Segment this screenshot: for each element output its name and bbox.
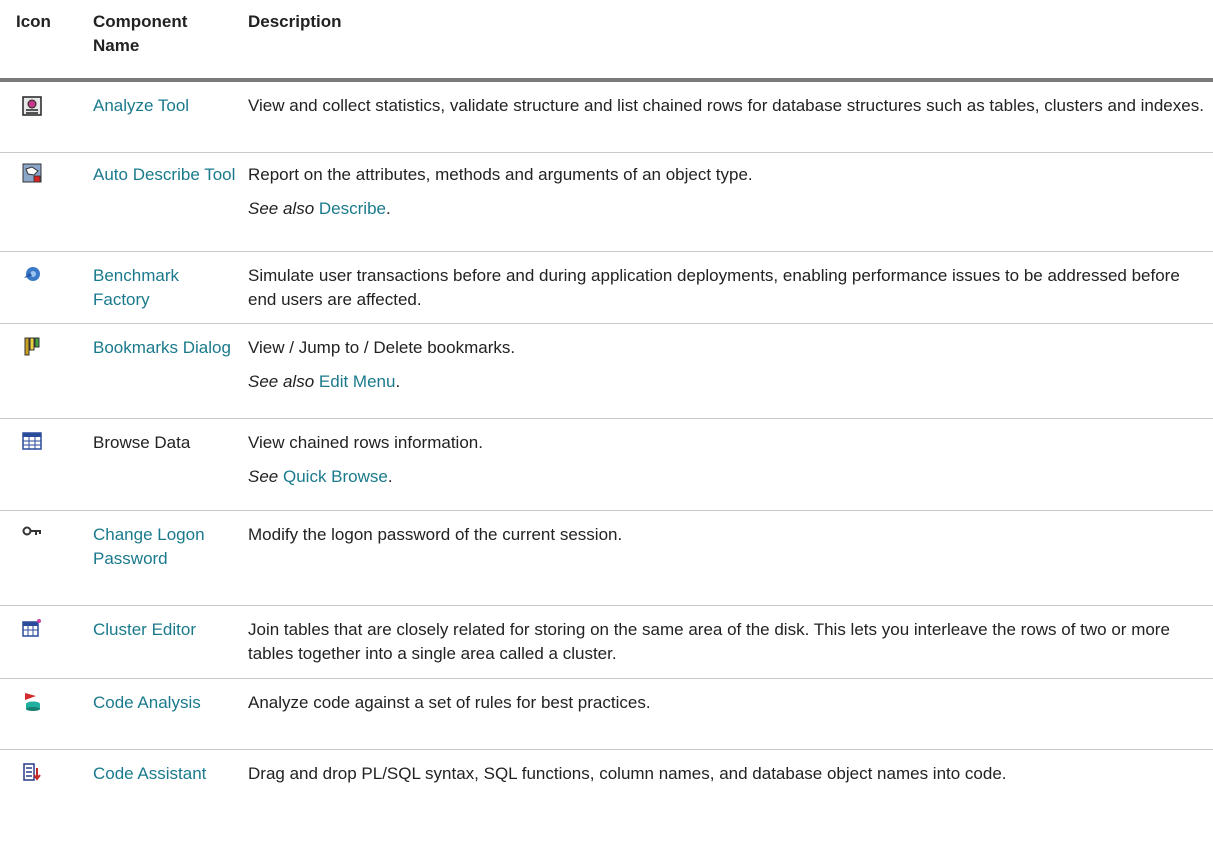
key-icon <box>22 523 42 543</box>
benchmark-factory-icon <box>22 264 42 284</box>
table-header: Icon Component Name Description <box>0 0 1213 82</box>
component-name-link[interactable]: Code Analysis <box>93 691 238 715</box>
quick-browse-link[interactable]: Quick Browse <box>283 467 388 486</box>
component-name: Browse Data <box>93 433 191 452</box>
browse-data-grid-icon <box>22 431 42 451</box>
component-description: Modify the logon password of the current… <box>248 525 623 544</box>
table-row: Browse Data View chained rows informatio… <box>0 419 1213 511</box>
header-icon: Icon <box>16 12 51 31</box>
see-prefix: See <box>248 467 279 486</box>
component-description: Drag and drop PL/SQL syntax, SQL functio… <box>248 764 1007 783</box>
bookmarks-icon <box>22 336 42 356</box>
table-row: Code Analysis Analyze code against a set… <box>0 679 1213 750</box>
table-row: Benchmark Factory Simulate user transact… <box>0 252 1213 324</box>
components-table: Icon Component Name Description Analyze … <box>0 0 1213 820</box>
component-name-link[interactable]: Benchmark Factory <box>93 264 238 312</box>
component-name-link[interactable]: Code Assistant <box>93 762 238 786</box>
describe-link[interactable]: Describe <box>319 199 386 218</box>
component-description: View / Jump to / Delete bookmarks. See a… <box>248 338 516 391</box>
cluster-editor-icon <box>22 618 42 638</box>
component-description: Report on the attributes, methods and ar… <box>248 165 753 218</box>
code-assistant-icon <box>22 762 42 782</box>
table-row: Code Assistant Drag and drop PL/SQL synt… <box>0 750 1213 820</box>
component-name-link[interactable]: Analyze Tool <box>93 94 238 118</box>
component-description: Simulate user transactions before and du… <box>248 266 1180 309</box>
table-row: Analyze Tool View and collect statistics… <box>0 82 1213 153</box>
code-analysis-icon <box>22 691 42 711</box>
component-description: Analyze code against a set of rules for … <box>248 693 651 712</box>
table-row: Auto Describe Tool Report on the attribu… <box>0 153 1213 252</box>
component-name-link[interactable]: Change Logon Password <box>93 523 238 571</box>
component-description: View and collect statistics, validate st… <box>248 96 1204 115</box>
table-row: Cluster Editor Join tables that are clos… <box>0 606 1213 679</box>
component-name-link[interactable]: Auto Describe Tool <box>93 163 238 187</box>
see-also-prefix: See also <box>248 199 315 218</box>
see-also-prefix: See also <box>248 372 315 391</box>
auto-describe-icon <box>22 163 42 183</box>
table-row: Bookmarks Dialog View / Jump to / Delete… <box>0 324 1213 419</box>
edit-menu-link[interactable]: Edit Menu <box>319 372 396 391</box>
component-name-link[interactable]: Bookmarks Dialog <box>93 336 238 360</box>
component-description: Join tables that are closely related for… <box>248 620 1170 663</box>
table-row: Change Logon Password Modify the logon p… <box>0 511 1213 606</box>
component-description: View chained rows information. See Quick… <box>248 433 483 486</box>
header-component-name: Component Name <box>93 12 188 55</box>
header-description: Description <box>248 12 342 31</box>
analyze-tool-icon <box>22 96 42 116</box>
component-name-link[interactable]: Cluster Editor <box>93 618 238 642</box>
